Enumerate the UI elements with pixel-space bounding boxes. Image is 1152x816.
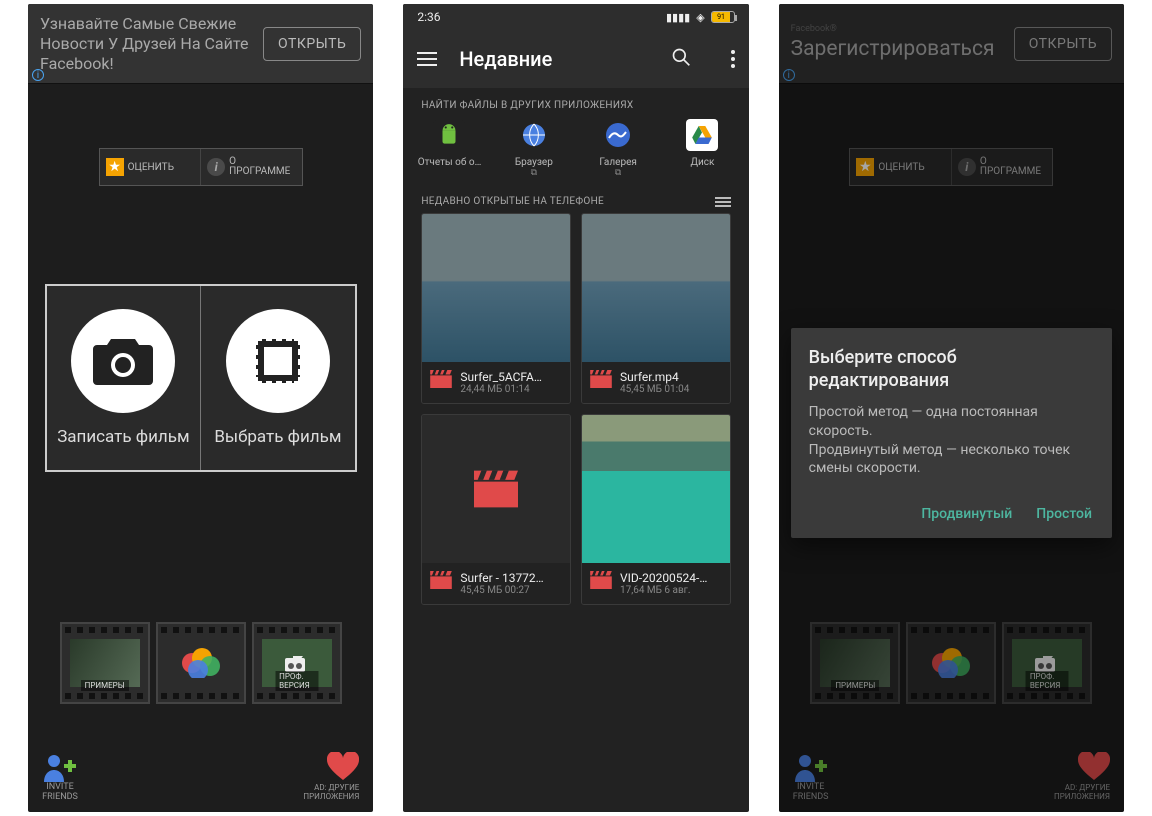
about-button[interactable]: i О ПРОГРАММЕ	[201, 149, 302, 185]
dialog-body-line2: Продвинутый метод — несколько точек смен…	[809, 441, 1094, 479]
find-in-apps-label: НАЙТИ ФАЙЛЫ В ДРУГИХ ПРИЛОЖЕНИЯХ	[403, 88, 748, 119]
simple-button[interactable]: Простой	[1034, 498, 1094, 530]
recent-header: НЕДАВНО ОТКРЫТЫЕ НА ТЕЛЕФОНЕ	[403, 186, 748, 213]
source-label: Диск	[662, 157, 742, 168]
camera-icon	[71, 309, 175, 413]
video-file-icon	[430, 370, 452, 388]
ad-open-button[interactable]: ОТКРЫТЬ	[263, 27, 361, 61]
source-label: Отчеты об о…	[409, 157, 489, 168]
ad-close-icon[interactable]: i	[32, 69, 44, 81]
source-gallery[interactable]: Галерея ⧉	[578, 119, 658, 178]
pick-movie-button[interactable]: Выбрать фильм	[201, 286, 355, 470]
other-apps-button[interactable]: AD: ДРУГИЕ ПРИЛОЖЕНИЯ	[303, 752, 359, 802]
drive-icon	[686, 119, 718, 151]
screen-2-file-picker: 2:36 ▮▮▮▮ ◈ 91 Недавние НАЙТИ ФАЙЛЫ В ДР…	[403, 4, 748, 812]
record-movie-label: Записать фильм	[57, 427, 189, 447]
advanced-button[interactable]: Продвинутый	[919, 498, 1014, 530]
file-grid: Surfer_5ACFA… 24,44 МБ 01:14 Surfer.mp4 …	[403, 213, 748, 605]
file-info: 45,45 МБ 00:27	[460, 585, 543, 596]
film-filters[interactable]	[156, 622, 246, 704]
film-pro[interactable]: ПРОФ. ВЕРСИЯ	[252, 622, 342, 704]
recent-label: НЕДАВНО ОТКРЫТЫЕ НА ТЕЛЕФОНЕ	[421, 196, 604, 207]
file-name: VID-20200524-…	[620, 571, 707, 585]
view-toggle-icon[interactable]	[715, 197, 731, 207]
stamp-icon	[226, 309, 330, 413]
file-info: 24,44 МБ 01:14	[460, 384, 542, 395]
file-info: 45,45 МБ 01:04	[620, 384, 689, 395]
menu-icon[interactable]	[417, 52, 437, 66]
bottom-row: INVITE FRIENDS AD: ДРУГИЕ ПРИЛОЖЕНИЯ	[28, 752, 373, 802]
source-reports[interactable]: Отчеты об о…	[409, 119, 489, 178]
file-thumbnail	[582, 214, 730, 362]
file-name: Surfer_5ACFA…	[460, 370, 542, 384]
rate-about-box: ★ ОЦЕНИТЬ i О ПРОГРАММЕ	[99, 148, 303, 186]
open-in-icon: ⧉	[578, 168, 658, 178]
file-thumbnail	[422, 415, 570, 563]
search-icon[interactable]	[671, 47, 691, 72]
film-strip-row: ПРИМЕРЫ ПРОФ. ВЕРСИЯ	[60, 622, 342, 704]
status-bar: 2:36 ▮▮▮▮ ◈ 91	[403, 4, 748, 30]
file-card[interactable]: Surfer.mp4 45,45 МБ 01:04	[581, 213, 731, 404]
invite-friends-button[interactable]: INVITE FRIENDS	[42, 752, 78, 802]
app-sources-row: Отчеты об о… Браузер ⧉ Галерея ⧉ Диск	[403, 119, 748, 186]
source-label: Галерея	[578, 157, 658, 168]
edit-method-dialog: Выберите способ редактирования Простой м…	[791, 328, 1112, 538]
dialog-title: Выберите способ редактирования	[809, 346, 1094, 393]
heart-icon	[327, 752, 359, 780]
about-label-2: ПРОГРАММЕ	[229, 167, 290, 178]
overflow-menu-icon[interactable]	[731, 50, 735, 68]
appbar-title: Недавние	[459, 47, 648, 71]
file-info: 17,64 МБ 6 авг.	[620, 585, 707, 596]
info-icon: i	[207, 158, 225, 176]
file-thumbnail	[422, 214, 570, 362]
signal-icon: ▮▮▮▮	[666, 11, 690, 24]
video-file-icon	[590, 571, 612, 589]
battery-icon: 91	[711, 11, 735, 23]
invite-line1: INVITE	[42, 782, 78, 792]
dialog-overlay: Выберите способ редактирования Простой м…	[779, 4, 1124, 812]
invite-line2: FRIENDS	[42, 792, 78, 802]
file-card[interactable]: VID-20200524-… 17,64 МБ 6 авг.	[581, 414, 731, 605]
film-examples-label: ПРИМЕРЫ	[81, 680, 129, 691]
source-browser[interactable]: Браузер ⧉	[494, 119, 574, 178]
star-icon: ★	[106, 158, 124, 176]
app-bar: Недавние	[403, 30, 748, 88]
status-time: 2:36	[417, 10, 440, 24]
file-card[interactable]: Surfer - 13772… 45,45 МБ 00:27	[421, 414, 571, 605]
source-drive[interactable]: Диск	[662, 119, 742, 178]
file-thumbnail	[582, 415, 730, 563]
screen-3-dialog: Facebook® Зарегистрироваться ОТКРЫТЬ i ★…	[779, 4, 1124, 812]
video-file-icon	[590, 370, 612, 388]
other-apps-line2: ПРИЛОЖЕНИЯ	[303, 793, 359, 802]
gallery-icon	[602, 119, 634, 151]
android-icon	[433, 119, 465, 151]
film-pro-label: ПРОФ. ВЕРСИЯ	[275, 671, 318, 691]
ad-text: Узнавайте Самые Свежие Новости У Друзей …	[40, 14, 263, 74]
file-card[interactable]: Surfer_5ACFA… 24,44 МБ 01:14	[421, 213, 571, 404]
wifi-icon: ◈	[696, 11, 704, 24]
main-action-box: Записать фильм Выбрать фильм	[45, 284, 357, 472]
rate-label: ОЦЕНИТЬ	[128, 162, 174, 173]
open-in-icon: ⧉	[494, 168, 574, 178]
video-file-icon	[430, 571, 452, 589]
dialog-body-line1: Простой метод — одна постоянная скорость…	[809, 403, 1094, 441]
pick-movie-label: Выбрать фильм	[214, 427, 341, 447]
record-movie-button[interactable]: Записать фильм	[47, 286, 202, 470]
rate-button[interactable]: ★ ОЦЕНИТЬ	[100, 149, 202, 185]
film-examples[interactable]: ПРИМЕРЫ	[60, 622, 150, 704]
globe-icon	[518, 119, 550, 151]
screen-1-app-home: Узнавайте Самые Свежие Новости У Друзей …	[28, 4, 373, 812]
ad-banner[interactable]: Узнавайте Самые Свежие Новости У Друзей …	[28, 4, 373, 84]
file-name: Surfer.mp4	[620, 370, 689, 384]
file-name: Surfer - 13772…	[460, 571, 543, 585]
source-label: Браузер	[494, 157, 574, 168]
